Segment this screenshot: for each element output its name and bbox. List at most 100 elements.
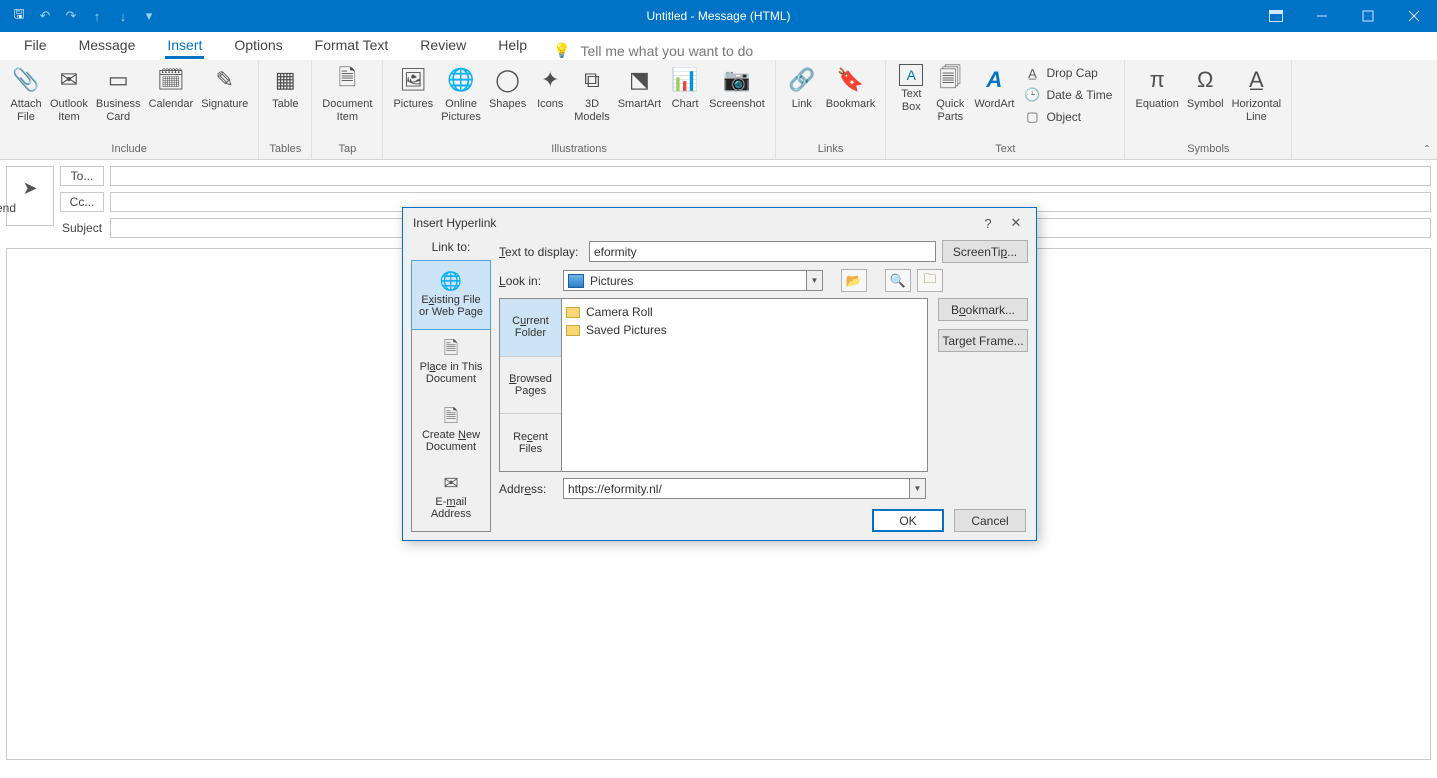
next-item-icon[interactable]: ↓: [112, 5, 134, 27]
title-bar: 🖫 ↶ ↷ ↑ ↓ ▾ Untitled - Message (HTML): [0, 0, 1437, 32]
online-pictures-label: Online Pictures: [441, 98, 481, 124]
tab-message[interactable]: Message: [63, 33, 152, 59]
lightbulb-icon: 💡: [553, 42, 570, 59]
tab-file[interactable]: File: [8, 33, 63, 59]
group-tables: ▦Table Tables: [259, 60, 312, 159]
window-title: Untitled - Message (HTML): [646, 9, 790, 23]
drop-cap-button[interactable]: A̲ Drop Cap: [1018, 62, 1118, 84]
tell-me-search[interactable]: 💡 Tell me what you want to do: [553, 42, 753, 59]
online-pictures-button[interactable]: 🌐Online Pictures: [437, 62, 485, 126]
undo-icon[interactable]: ↶: [34, 5, 56, 27]
collapse-ribbon-icon[interactable]: ˆ: [1425, 143, 1429, 157]
outlook-item-button[interactable]: ✉Outlook Item: [46, 62, 92, 126]
tab-review[interactable]: Review: [404, 33, 482, 59]
cc-input[interactable]: [110, 192, 1431, 212]
group-illustrations-label: Illustrations: [389, 141, 768, 159]
business-card-button[interactable]: ▭Business Card: [92, 62, 145, 126]
signature-button[interactable]: ✎Signature: [197, 62, 252, 113]
shapes-label: Shapes: [489, 98, 526, 111]
envelope-icon: ✉: [53, 64, 85, 96]
equation-button[interactable]: πEquation: [1131, 62, 1182, 113]
tab-insert[interactable]: Insert: [151, 33, 218, 59]
subject-input[interactable]: [110, 218, 1431, 238]
date-time-button[interactable]: 🕒Date & Time: [1018, 84, 1118, 106]
pictures-button[interactable]: 🖼 Pictures: [389, 62, 437, 113]
chart-label: Chart: [672, 98, 699, 111]
signature-label: Signature: [201, 98, 248, 111]
calendar-button[interactable]: 🗓 Calendar: [145, 62, 198, 113]
prev-item-icon[interactable]: ↑: [86, 5, 108, 27]
tell-me-placeholder: Tell me what you want to do: [580, 43, 753, 59]
symbol-button[interactable]: ΩSymbol: [1183, 62, 1228, 113]
subject-label: Subject: [60, 218, 104, 238]
attach-file-label: Attach File: [10, 98, 41, 124]
group-symbols-label: Symbols: [1131, 141, 1285, 159]
send-arrow-icon: ➤: [22, 178, 37, 199]
document-item-icon: 🗎: [331, 64, 363, 96]
quick-parts-button[interactable]: 🗐Quick Parts: [930, 62, 970, 126]
tab-help[interactable]: Help: [482, 33, 543, 59]
tab-format-text[interactable]: Format Text: [299, 33, 405, 59]
wordart-button[interactable]: A WordArt: [970, 62, 1018, 113]
chart-button[interactable]: 📊 Chart: [665, 62, 705, 113]
cc-button[interactable]: Cc...: [60, 192, 104, 212]
group-tap: 🗎Document Item Tap: [312, 60, 383, 159]
smartart-button[interactable]: ⬔SmartArt: [614, 62, 665, 113]
3d-models-label: 3D Models: [574, 98, 609, 124]
ribbon-display-options-icon[interactable]: [1253, 0, 1299, 32]
maximize-icon[interactable]: [1345, 0, 1391, 32]
send-button[interactable]: ➤ Send: [6, 166, 54, 226]
screenshot-label: Screenshot: [709, 98, 765, 111]
link-icon: 🔗: [786, 64, 818, 96]
date-time-label: Date & Time: [1046, 88, 1112, 102]
redo-icon[interactable]: ↷: [60, 5, 82, 27]
tab-options[interactable]: Options: [218, 33, 298, 59]
textbox-icon: A: [899, 64, 923, 86]
calendar-label: Calendar: [149, 98, 194, 111]
camera-icon: 📷: [721, 64, 753, 96]
icons-button[interactable]: ✦Icons: [530, 62, 570, 113]
3d-models-button[interactable]: ⧉3D Models: [570, 62, 613, 126]
bookmark-label: Bookmark: [826, 98, 876, 111]
quick-parts-label: Quick Parts: [936, 98, 964, 124]
pictures-icon: 🖼: [397, 64, 429, 96]
ribbon-tabs: File Message Insert Options Format Text …: [0, 32, 1437, 60]
object-label: Object: [1046, 110, 1081, 124]
group-symbols: πEquation ΩSymbol A̲Horizontal Line Symb…: [1125, 60, 1292, 159]
qat-customize-icon[interactable]: ▾: [138, 5, 160, 27]
pictures-label: Pictures: [393, 98, 433, 111]
link-button[interactable]: 🔗Link: [782, 62, 822, 113]
save-icon[interactable]: 🖫: [8, 5, 30, 27]
smartart-icon: ⬔: [623, 64, 655, 96]
attach-file-button[interactable]: 📎Attach File: [6, 62, 46, 126]
object-button[interactable]: ▢Object: [1018, 106, 1118, 128]
group-tap-label: Tap: [318, 141, 376, 159]
group-include-label: Include: [6, 141, 252, 159]
wordart-label: WordArt: [974, 98, 1014, 111]
wordart-icon: A: [978, 64, 1010, 96]
calendar-icon: 🗓: [155, 64, 187, 96]
drop-cap-icon: A̲: [1024, 66, 1040, 81]
horizontal-line-button[interactable]: A̲Horizontal Line: [1228, 62, 1286, 126]
screenshot-button[interactable]: 📷 Screenshot: [705, 62, 769, 113]
bookmark-button[interactable]: 🔖 Bookmark: [822, 62, 880, 113]
group-links: 🔗Link 🔖Bookmark Links: [776, 60, 887, 159]
quick-access-toolbar: 🖫 ↶ ↷ ↑ ↓ ▾: [0, 5, 160, 27]
cube-icon: ⧉: [576, 64, 608, 96]
table-button[interactable]: ▦Table: [265, 62, 305, 113]
to-button[interactable]: To...: [60, 166, 104, 186]
chart-icon: 📊: [669, 64, 701, 96]
minimize-icon[interactable]: [1299, 0, 1345, 32]
close-icon[interactable]: [1391, 0, 1437, 32]
bookmark-icon: 🔖: [835, 64, 867, 96]
paperclip-icon: 📎: [10, 64, 42, 96]
to-input[interactable]: [110, 166, 1431, 186]
window-controls: [1253, 0, 1437, 32]
outlook-item-label: Outlook Item: [50, 98, 88, 124]
shapes-button[interactable]: ◯Shapes: [485, 62, 530, 113]
document-item-button[interactable]: 🗎Document Item: [318, 62, 376, 126]
message-body[interactable]: [6, 248, 1431, 760]
textbox-button[interactable]: AText Box: [892, 62, 930, 116]
drop-cap-label: Drop Cap: [1046, 66, 1097, 80]
icons-icon: ✦: [534, 64, 566, 96]
